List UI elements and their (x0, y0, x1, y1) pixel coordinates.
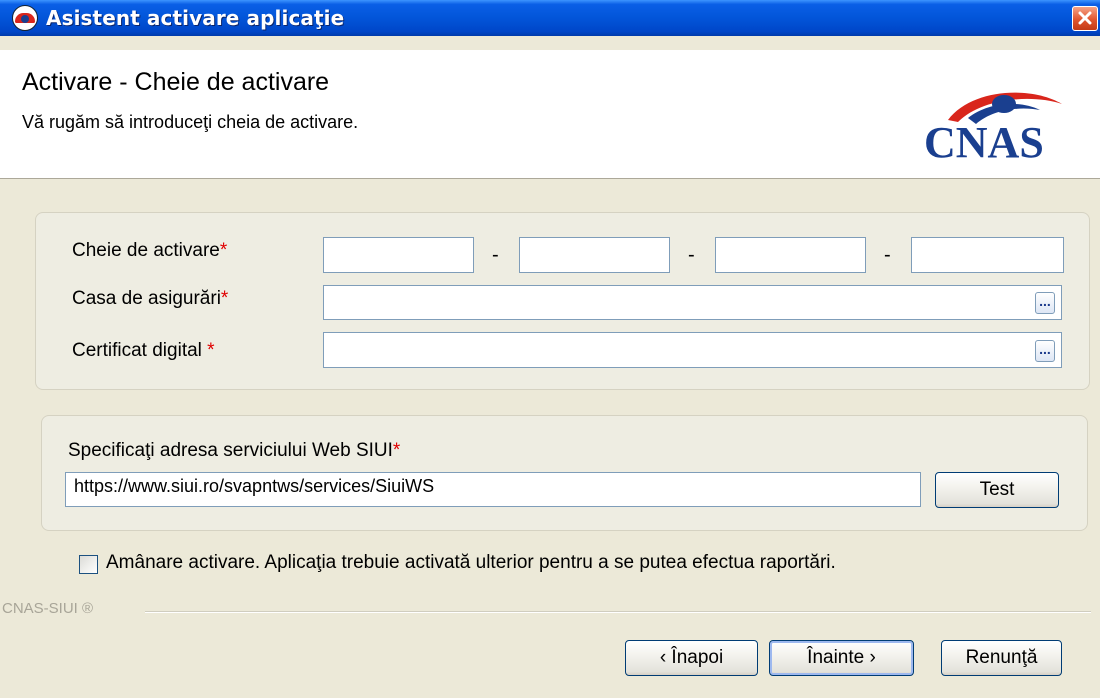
cancel-button[interactable]: Renunţă (941, 640, 1062, 676)
insurance-house-label: Casa de asigurări* (72, 288, 228, 310)
footer-brand: CNAS-SIUI ® (2, 600, 94, 617)
defer-activation-label: Amânare activare. Aplicaţia trebuie acti… (106, 552, 836, 573)
activation-key-part-1[interactable] (323, 237, 474, 273)
test-button[interactable]: Test (935, 472, 1059, 508)
activation-key-label: Cheie de activare* (72, 240, 227, 262)
separator: - (884, 244, 891, 266)
required-marker: * (392, 440, 401, 461)
web-service-url-value: https://www.siui.ro/svapntws/services/Si… (74, 476, 435, 496)
activation-key-part-4[interactable] (911, 237, 1064, 273)
separator: - (688, 244, 695, 266)
activation-key-part-3[interactable] (715, 237, 866, 273)
certificate-label: Certificat digital * (72, 340, 215, 362)
separator: - (492, 244, 499, 266)
page-title: Activare - Cheie de activare (22, 68, 330, 96)
next-button[interactable]: Înainte › (769, 640, 914, 676)
close-icon (1078, 11, 1092, 25)
activation-key-part-2[interactable] (519, 237, 670, 273)
footer-divider (145, 611, 1091, 613)
close-button[interactable] (1072, 6, 1098, 31)
required-marker: * (207, 340, 215, 361)
web-service-url-input[interactable]: https://www.siui.ro/svapntws/services/Si… (65, 472, 921, 507)
svg-text:CNAS: CNAS (924, 118, 1044, 162)
web-service-label: Specificaţi adresa serviciului Web SIUI* (68, 440, 400, 462)
required-marker: * (219, 240, 228, 261)
required-marker: * (220, 288, 229, 309)
insurance-house-field[interactable]: ... (323, 285, 1062, 320)
web-service-label-text: Specificaţi adresa serviciului Web SIUI (68, 440, 393, 461)
activation-key-label-text: Cheie de activare (72, 240, 220, 261)
title-bar: Asistent activare aplicaţie (0, 0, 1100, 36)
app-icon (12, 5, 38, 31)
certificate-browse-button[interactable]: ... (1035, 340, 1055, 362)
certificate-label-text: Certificat digital (72, 340, 202, 361)
certificate-field[interactable]: ... (323, 332, 1062, 368)
defer-activation-checkbox[interactable] (79, 555, 98, 574)
insurance-house-browse-button[interactable]: ... (1035, 292, 1055, 314)
insurance-house-label-text: Casa de asigurări (72, 288, 221, 309)
cnas-logo: CNAS (924, 92, 1062, 162)
window-title: Asistent activare aplicaţie (46, 6, 345, 30)
back-button[interactable]: ‹ Înapoi (625, 640, 758, 676)
page-subtitle: Vă rugăm să introduceţi cheia de activar… (22, 112, 359, 132)
